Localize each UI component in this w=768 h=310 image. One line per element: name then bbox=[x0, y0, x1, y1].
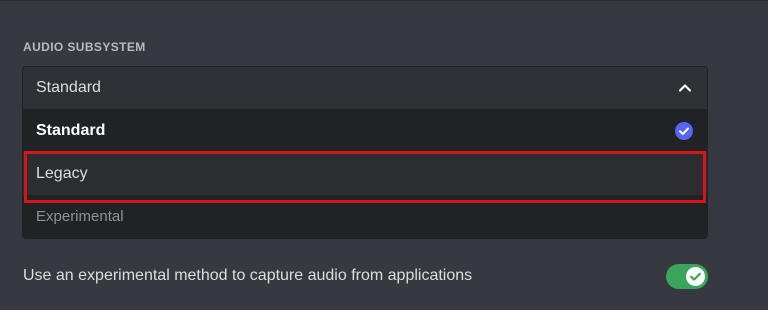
toggle-knob[interactable] bbox=[686, 267, 705, 286]
voice-settings-panel: AUDIO SUBSYSTEM Standard Standard Legacy… bbox=[0, 0, 768, 310]
audio-subsystem-dropdown[interactable]: Standard Standard Legacy Experimental bbox=[22, 66, 708, 239]
top-divider bbox=[0, 0, 768, 1]
experimental-capture-label: Use an experimental method to capture au… bbox=[23, 267, 473, 284]
dropdown-selected-value: Standard bbox=[36, 79, 101, 96]
option-label: Experimental bbox=[36, 208, 124, 225]
option-label: Standard bbox=[36, 122, 106, 139]
option-label: Legacy bbox=[36, 165, 88, 182]
chevron-up-icon[interactable] bbox=[677, 80, 693, 96]
dropdown-option-standard[interactable]: Standard bbox=[23, 110, 707, 152]
experimental-capture-toggle[interactable] bbox=[666, 264, 708, 289]
dropdown-option-legacy[interactable]: Legacy bbox=[23, 153, 707, 195]
section-title: AUDIO SUBSYSTEM bbox=[23, 40, 146, 54]
dropdown-header[interactable]: Standard bbox=[23, 67, 707, 109]
check-circle-icon bbox=[675, 122, 693, 140]
dropdown-option-experimental[interactable]: Experimental bbox=[23, 196, 707, 238]
